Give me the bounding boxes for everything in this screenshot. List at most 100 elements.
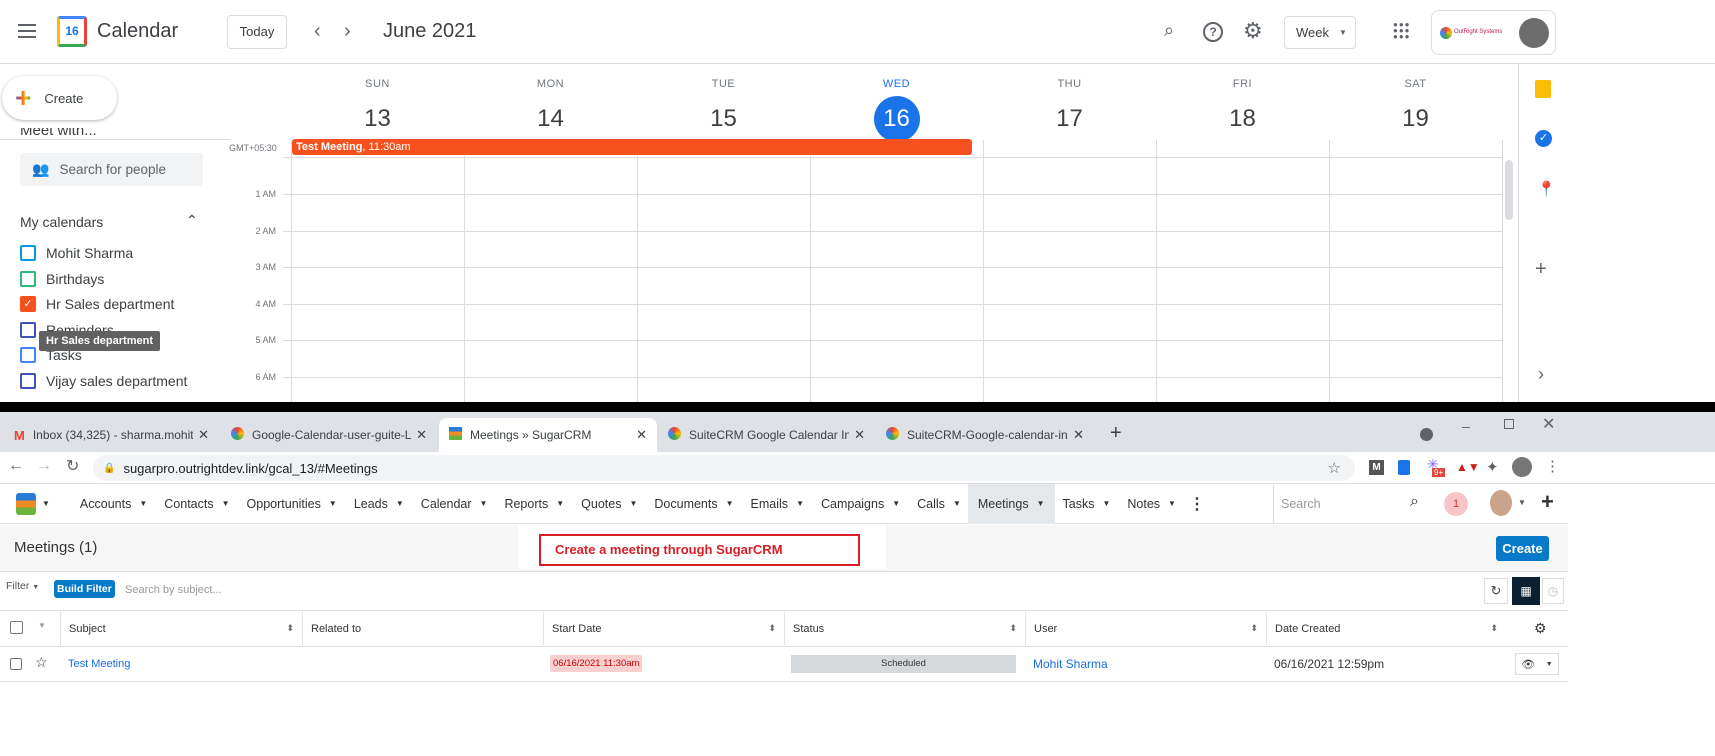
- forward-button[interactable]: →: [36, 457, 52, 475]
- close-tab-icon[interactable]: ✕: [1073, 427, 1084, 443]
- sort-icon[interactable]: ⬍: [768, 623, 776, 634]
- caret-down-icon[interactable]: ▼: [1037, 499, 1045, 508]
- close-window-button[interactable]: ✕: [1542, 414, 1555, 434]
- day-date[interactable]: 14: [528, 96, 574, 142]
- nav-item[interactable]: Meetings ▼: [967, 483, 1055, 524]
- more-modules-icon[interactable]: ⋮: [1189, 494, 1205, 514]
- grid-scrollbar[interactable]: [1505, 160, 1513, 220]
- quick-create-icon[interactable]: +: [1541, 489, 1554, 515]
- main-menu-icon[interactable]: [18, 24, 36, 38]
- day-date[interactable]: 19: [1393, 96, 1439, 142]
- sort-icon[interactable]: ⬍: [1250, 623, 1258, 634]
- caret-down-icon[interactable]: ▼: [42, 499, 50, 508]
- caret-down-icon[interactable]: ▼: [222, 499, 230, 508]
- calendar-item[interactable]: Mohit Sharma: [20, 241, 133, 265]
- search-people-input[interactable]: 👥 Search for people: [20, 153, 203, 186]
- tab-search-icon[interactable]: [1420, 428, 1433, 441]
- day-header[interactable]: TUE 15: [637, 64, 810, 142]
- global-search-input[interactable]: Search: [1281, 497, 1321, 511]
- column-header[interactable]: User ⬍: [1025, 612, 1266, 645]
- help-icon[interactable]: ?: [1203, 22, 1223, 42]
- expand-panel-icon[interactable]: ›: [1538, 364, 1544, 385]
- calendar-item[interactable]: Birthdays: [20, 267, 104, 291]
- caret-down-icon[interactable]: ▼: [796, 499, 804, 508]
- nav-item[interactable]: Tasks ▼: [1063, 484, 1111, 524]
- day-date[interactable]: 18: [1220, 96, 1266, 142]
- close-tab-icon[interactable]: ✕: [416, 427, 427, 443]
- day-header[interactable]: FRI 18: [1156, 64, 1329, 142]
- user-avatar[interactable]: [1490, 490, 1512, 516]
- nav-item[interactable]: Contacts ▼: [164, 484, 229, 524]
- create-event-button[interactable]: + Create: [2, 76, 117, 120]
- caret-down-icon[interactable]: ▼: [1518, 498, 1526, 507]
- close-tab-icon[interactable]: ✕: [636, 427, 647, 443]
- day-header[interactable]: MON 14: [464, 64, 637, 142]
- caret-down-icon[interactable]: ▼: [139, 499, 147, 508]
- profile-avatar[interactable]: [1512, 457, 1532, 477]
- browser-menu-icon[interactable]: ⋮: [1545, 457, 1560, 475]
- search-icon[interactable]: ⌕: [1164, 20, 1174, 41]
- caret-down-icon[interactable]: ▼: [892, 499, 900, 508]
- nav-item[interactable]: Reports ▼: [504, 484, 564, 524]
- calendar-checkbox[interactable]: [20, 270, 36, 287]
- caret-down-icon[interactable]: ▼: [480, 499, 488, 508]
- build-filter-button[interactable]: Build Filter: [54, 580, 115, 598]
- column-header[interactable]: Date Created ⬍: [1266, 612, 1506, 645]
- today-button[interactable]: Today: [227, 15, 287, 49]
- caret-down-icon[interactable]: ▼: [726, 499, 734, 508]
- nav-item[interactable]: Notes ▼: [1127, 484, 1176, 524]
- create-button[interactable]: Create: [1496, 536, 1549, 561]
- my-calendars-heading[interactable]: My calendars: [20, 214, 103, 230]
- caret-down-icon[interactable]: ▼: [1168, 499, 1176, 508]
- close-tab-icon[interactable]: ✕: [854, 427, 865, 443]
- list-view-icon[interactable]: ▦: [1512, 577, 1540, 605]
- subject-search-input[interactable]: Search by subject...: [120, 579, 1450, 602]
- browser-tab[interactable]: SuiteCRM Google Calendar Integ ✕: [658, 418, 875, 452]
- calendar-checkbox[interactable]: [20, 245, 36, 261]
- new-tab-button[interactable]: +: [1110, 422, 1122, 445]
- nav-item[interactable]: Accounts ▼: [80, 484, 147, 524]
- mass-actions-dropdown[interactable]: ▼: [38, 621, 46, 630]
- nav-item[interactable]: Calls ▼: [917, 484, 961, 524]
- day-header[interactable]: SAT 19: [1329, 64, 1502, 142]
- preview-eye-icon[interactable]: 👁: [1521, 658, 1535, 671]
- view-selector[interactable]: Week ▼: [1284, 16, 1356, 49]
- day-header[interactable]: WED 16: [810, 64, 983, 142]
- calendar-checkbox[interactable]: ✓: [20, 296, 36, 312]
- calendar-checkbox[interactable]: [20, 372, 36, 389]
- calendar-item[interactable]: Vijay sales department: [20, 369, 187, 393]
- nav-item[interactable]: Leads ▼: [354, 484, 404, 524]
- sugar-logo-icon[interactable]: [16, 492, 36, 515]
- caret-down-icon[interactable]: ▼: [396, 499, 404, 508]
- apps-grid-icon[interactable]: ●●● ●●● ●●●: [1393, 21, 1410, 41]
- add-addon-icon[interactable]: +: [1535, 258, 1547, 281]
- day-date[interactable]: 13: [355, 96, 401, 142]
- row-actions[interactable]: 👁 ▼: [1515, 653, 1559, 675]
- extensions-puzzle-icon[interactable]: ✦: [1486, 458, 1499, 476]
- maps-icon[interactable]: 📍: [1537, 180, 1556, 198]
- select-all-checkbox[interactable]: [10, 621, 23, 634]
- back-button[interactable]: ←: [8, 457, 24, 475]
- filter-dropdown[interactable]: Filter ▼: [6, 580, 39, 592]
- row-checkbox[interactable]: [10, 658, 22, 670]
- browser-tab[interactable]: SuiteCRM-Google-calendar-insta ✕: [876, 418, 1094, 452]
- caret-down-icon[interactable]: ▼: [1546, 661, 1553, 668]
- gear-icon[interactable]: ⚙: [1243, 18, 1263, 44]
- caret-down-icon[interactable]: ▼: [953, 499, 961, 508]
- refresh-icon[interactable]: ↻: [1484, 578, 1508, 604]
- sort-icon[interactable]: ⬍: [286, 623, 294, 634]
- close-tab-icon[interactable]: ✕: [198, 427, 209, 443]
- column-header[interactable]: Start Date ⬍: [543, 612, 784, 645]
- user-link[interactable]: Mohit Sharma: [1025, 648, 1108, 680]
- calendar-item[interactable]: ✓ Hr Sales department: [20, 292, 174, 316]
- nav-item[interactable]: Emails ▼: [751, 484, 804, 524]
- day-date[interactable]: 15: [701, 96, 747, 142]
- day-date[interactable]: 16: [873, 96, 920, 142]
- favorite-star-icon[interactable]: ☆: [35, 654, 48, 671]
- day-header[interactable]: SUN 13: [291, 64, 464, 142]
- caret-down-icon[interactable]: ▼: [329, 499, 337, 508]
- day-header[interactable]: THU 17: [983, 64, 1156, 142]
- sort-icon[interactable]: ⬍: [1009, 623, 1017, 634]
- nav-item[interactable]: Opportunities ▼: [247, 484, 337, 524]
- extension-arrows-icon[interactable]: ▲▼: [1456, 460, 1480, 474]
